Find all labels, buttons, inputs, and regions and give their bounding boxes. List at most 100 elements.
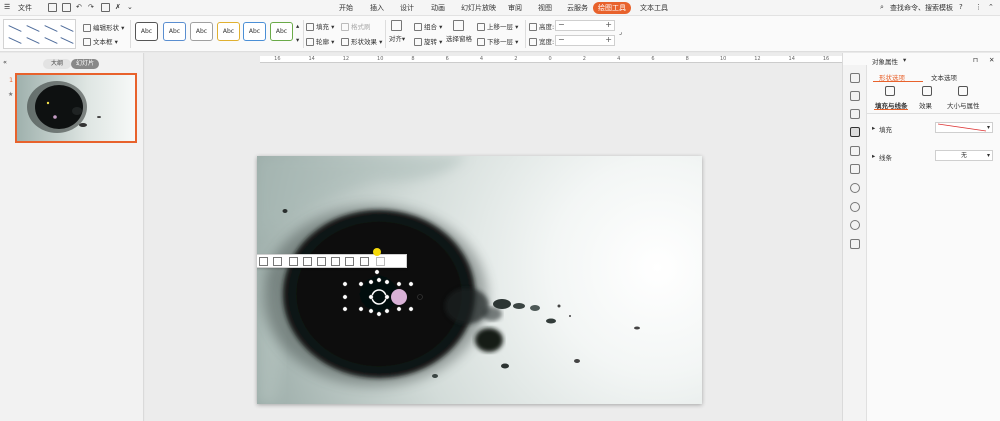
fill-label: 填充 (879, 126, 892, 134)
copy-icon[interactable] (101, 3, 110, 12)
tab-insert[interactable]: 插入 (370, 3, 384, 13)
properties-icon[interactable] (850, 127, 860, 137)
shape-effect-icon (341, 38, 349, 46)
shape-icon[interactable] (850, 109, 860, 119)
outline-button[interactable]: 轮廓 ▾ (306, 36, 334, 46)
undo-icon[interactable]: ↶ (76, 3, 82, 11)
panel-menu-icon[interactable]: ▾ (903, 56, 906, 64)
shape-style-4[interactable]: Abc (217, 22, 240, 41)
more-icon[interactable]: ⌄ (127, 3, 133, 11)
help-icon[interactable] (850, 220, 860, 230)
selected-shape-pink[interactable] (391, 289, 407, 305)
text-box-button[interactable]: 文本框 ▾ (83, 36, 118, 46)
tab-text-options[interactable]: 文本选项 (931, 72, 957, 82)
command-search[interactable]: 查找命令、搜索模板 (890, 3, 953, 13)
line-style-icon (60, 25, 74, 32)
tab-outline[interactable]: 大纲 (43, 59, 71, 69)
tab-slides[interactable]: 幻灯片 (71, 59, 99, 69)
sub-tab-size[interactable]: 大小与属性 (947, 100, 980, 110)
print-icon[interactable] (62, 3, 71, 12)
text-box-icon (83, 38, 91, 46)
height-decrease[interactable]: − (558, 20, 565, 29)
size-property-icon[interactable] (958, 86, 968, 96)
apps-icon[interactable] (850, 239, 860, 249)
more-options-icon[interactable]: ⋮ (975, 3, 982, 11)
edit-shape-button[interactable]: 编辑形状 ▾ (83, 22, 124, 32)
width-icon (529, 38, 537, 46)
ruler-tick-label: 4 (617, 56, 621, 62)
collapse-panel-icon[interactable]: « (3, 58, 7, 66)
shape-style-5[interactable]: Abc (243, 22, 266, 41)
align-button[interactable]: 对齐▾ (388, 20, 406, 43)
width-input[interactable]: − + (555, 35, 615, 46)
format-clear-icon[interactable]: ✗ (115, 3, 121, 11)
rotate-button[interactable]: 旋转 ▾ (414, 36, 442, 46)
rotate-handle[interactable] (373, 248, 381, 256)
ruler-tick-label: 14 (788, 56, 795, 62)
align-icon (391, 20, 402, 31)
collapse-ribbon-icon[interactable]: ⌃ (988, 3, 994, 11)
group-button[interactable]: 组合 ▾ (414, 21, 442, 31)
task-pane-strip (843, 65, 867, 421)
slide-1[interactable] (257, 156, 702, 404)
divider (130, 20, 131, 48)
line-dropdown[interactable]: 无 ▾ (935, 150, 993, 161)
panel-title: 对象属性 (872, 58, 898, 66)
fill-line-icon[interactable] (885, 86, 895, 96)
share-icon[interactable] (850, 183, 860, 193)
save-icon[interactable] (48, 3, 57, 12)
width-decrease[interactable]: − (558, 35, 565, 44)
shape-style-1[interactable]: Abc (135, 22, 158, 41)
fill-button[interactable]: 填充 ▾ (306, 21, 334, 31)
sub-tab-effect[interactable]: 效果 (919, 100, 932, 110)
tab-text-tools[interactable]: 文本工具 (640, 3, 668, 13)
fill-expand-icon[interactable]: ▸ (872, 124, 875, 132)
tab-view[interactable]: 视图 (538, 3, 552, 13)
shape-style-6[interactable]: Abc (270, 22, 293, 41)
file-menu[interactable]: 文件 (18, 3, 32, 13)
shape-effect-button[interactable]: 形状效果 ▾ (341, 36, 382, 46)
edit-shape-icon (83, 24, 91, 32)
tab-design[interactable]: 设计 (400, 3, 414, 13)
height-input[interactable]: − + (555, 20, 615, 31)
height-increase[interactable]: + (605, 20, 612, 29)
gallery-more-icon[interactable]: ▾ (296, 36, 299, 44)
line-style-gallery[interactable] (3, 19, 76, 49)
panel-pin-icon[interactable]: ⊓ (973, 56, 978, 64)
tab-animation[interactable]: 动画 (431, 3, 445, 13)
copy-icon[interactable] (850, 91, 860, 101)
effect-icon[interactable] (922, 86, 932, 96)
outline-icon (306, 38, 314, 46)
shape-style-2[interactable]: Abc (163, 22, 186, 41)
search-icon[interactable]: ⌕ (880, 3, 884, 12)
selection-pane-button[interactable]: 选择窗格 (445, 20, 473, 43)
animation-star-icon: ★ (8, 91, 14, 98)
panel-close-icon[interactable]: ✕ (989, 56, 994, 64)
help-icon[interactable]: ? (959, 3, 963, 11)
gallery-scroll-up-icon[interactable]: ▴ (296, 22, 299, 30)
redo-icon[interactable]: ↷ (88, 3, 94, 11)
selection-handles[interactable] (257, 156, 702, 404)
slide-thumbnail-1[interactable] (15, 73, 137, 143)
tab-slideshow[interactable]: 幻灯片放映 (461, 3, 496, 13)
tab-drawing-tools[interactable]: 绘图工具 (593, 2, 631, 14)
template-icon[interactable] (850, 164, 860, 174)
ruler-tick-label: 2 (514, 56, 518, 62)
send-backward-button[interactable]: 下移一层 ▾ (477, 36, 518, 46)
history-icon[interactable] (850, 202, 860, 212)
tab-home[interactable]: 开始 (339, 3, 353, 13)
width-increase[interactable]: + (605, 35, 612, 44)
ruler-tick-label: 10 (377, 56, 384, 62)
home-icon[interactable] (850, 73, 860, 83)
fill-dropdown[interactable]: ▾ (935, 122, 993, 133)
selected-shape-outline[interactable] (371, 289, 387, 305)
line-expand-icon[interactable]: ▸ (872, 152, 875, 160)
dialog-launcher-icon[interactable]: ⌟ (619, 28, 622, 36)
tab-cloud[interactable]: 云服务 (567, 3, 588, 13)
format-painter-button[interactable]: 格式刷 (341, 21, 371, 31)
bring-forward-button[interactable]: 上移一层 ▾ (477, 21, 518, 31)
shape-style-3[interactable]: Abc (190, 22, 213, 41)
hamburger-icon[interactable]: ☰ (4, 3, 10, 11)
tab-review[interactable]: 审阅 (508, 3, 522, 13)
star-icon[interactable] (850, 146, 860, 156)
